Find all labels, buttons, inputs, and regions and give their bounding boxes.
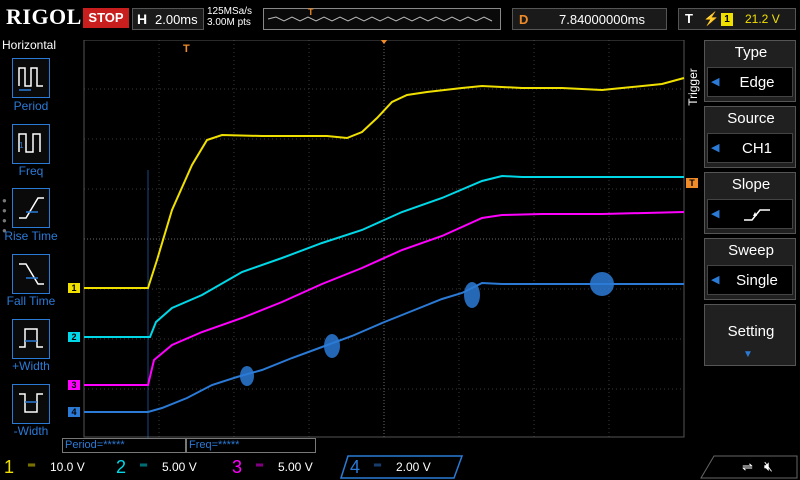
rise-time-icon (19, 197, 44, 219)
graticule-axes (84, 40, 684, 438)
freq-result[interactable]: Freq=***** (186, 438, 316, 453)
freq-button[interactable]: 1 (12, 124, 50, 164)
ch2-scale: 5.00 V (162, 460, 197, 474)
freq-icon: 1 (18, 133, 41, 153)
sweep-value-box[interactable]: ◀ Single (707, 265, 793, 295)
trigger-menu-title: Trigger (685, 60, 702, 120)
delay-label: D (519, 12, 529, 27)
fall-time-label: Fall Time (6, 294, 56, 308)
trigger-setting-menu[interactable]: Setting ▼ (704, 304, 796, 366)
ch1-level-marker[interactable]: 1 (68, 283, 80, 293)
trigger-time-marker: T (183, 43, 190, 55)
run-stop-status[interactable]: STOP (83, 8, 129, 28)
ch3-status[interactable]: 3 ═ 5.00 V (228, 456, 338, 478)
waveform-display[interactable]: T (62, 40, 686, 438)
period-result[interactable]: Period=***** (62, 438, 186, 453)
menu-knob-arrow-icon: ◀ (711, 274, 720, 286)
ch1-status[interactable]: 1 ═ 10.0 V (0, 456, 110, 478)
fall-time-icon (19, 263, 44, 285)
menu-knob-arrow-icon: ◀ (711, 208, 720, 220)
dc-coupling-icon: ═ (28, 460, 36, 471)
svg-text:1: 1 (19, 141, 24, 150)
delay-readout[interactable]: D 7.84000000ms (512, 8, 667, 30)
usb-icon: ⇌ (742, 459, 753, 474)
measurement-results: Period=***** Freq=***** (62, 438, 318, 454)
period-icon (18, 67, 43, 91)
ch4-scale: 2.00 V (396, 460, 431, 474)
center-time-marker (380, 40, 388, 44)
horizontal-timebase[interactable]: H 2.00ms (132, 8, 204, 30)
trigger-slope-menu[interactable]: Slope ◀ (704, 172, 796, 234)
slope-value-box[interactable]: ◀ (707, 199, 793, 229)
sample-info: 125MSa/s 3.00M pts (207, 6, 252, 28)
waveform-canvas: T (83, 40, 685, 438)
trigger-sweep-menu[interactable]: Sweep ◀ Single (704, 238, 796, 300)
memory-depth: 3.00M pts (207, 17, 251, 28)
rising-slope-icon (744, 209, 770, 221)
sweep-title: Sweep (728, 242, 774, 259)
trigger-source-menu[interactable]: Source ◀ CH1 (704, 106, 796, 168)
source-value: CH1 (741, 140, 772, 157)
memory-waveform-thumbnail (267, 16, 493, 22)
rising-edge-icon: ⚡ (703, 11, 720, 26)
trigger-type-menu[interactable]: Type ◀ Edge (704, 40, 796, 102)
horizontal-label: H (137, 11, 148, 27)
menu-knob-arrow-icon: ◀ (711, 76, 720, 88)
brand-logo: RIGOL (6, 4, 82, 29)
menu-knob-arrow-icon: ◀ (711, 142, 720, 154)
source-value-box[interactable]: ◀ CH1 (707, 133, 793, 163)
type-value: Edge (739, 74, 775, 91)
ch4-waveform (84, 281, 684, 413)
fall-time-button[interactable] (12, 254, 50, 294)
neg-width-button[interactable] (12, 384, 50, 424)
setting-title: Setting (727, 323, 775, 340)
delay-value: 7.84000000ms (559, 12, 646, 27)
rise-time-button[interactable] (12, 188, 50, 228)
freq-label: Freq (18, 164, 44, 178)
dc-coupling-icon: ═ (374, 460, 382, 471)
ch1-number: 1 (4, 457, 15, 477)
top-status-bar: RIGOL STOP H 2.00ms 125MSa/s 3.00M pts T… (0, 0, 800, 36)
trigger-channel: 1 (721, 13, 733, 26)
dc-coupling-icon: ═ (256, 460, 264, 471)
ch1-scale: 10.0 V (50, 460, 85, 474)
ch3-scale: 5.00 V (278, 460, 313, 474)
trigger-level: 21.2 V (745, 12, 780, 26)
timebase-value: 2.00ms (155, 12, 198, 27)
dc-coupling-icon: ═ (140, 460, 148, 471)
ch2-number: 2 (116, 457, 127, 477)
slope-title: Slope (731, 176, 771, 193)
ch2-level-marker[interactable]: 2 (68, 332, 80, 342)
trigger-label: T (685, 11, 693, 26)
horizontal-measure-menu: Horizontal Period 1 Freq ● ● ● ● Rise Time … (0, 36, 62, 438)
type-title: Type (734, 44, 768, 61)
ch4-level-marker[interactable]: 4 (68, 407, 80, 417)
sweep-value: Single (736, 272, 778, 289)
trigger-side-label: Trigger (685, 68, 700, 106)
channel-status-bar: 1 ═ 10.0 V 2 ═ 5.00 V 3 ═ 5.00 V 4 ═ 2.0… (0, 454, 800, 480)
ch4-number: 4 (350, 457, 361, 477)
pos-width-icon (19, 328, 43, 348)
type-value-box[interactable]: ◀ Edge (707, 67, 793, 97)
period-button[interactable] (12, 58, 50, 98)
submenu-down-icon: ▼ (743, 349, 753, 360)
speaker-mute-icon[interactable]: 🔇︎ (764, 458, 773, 475)
source-title: Source (727, 110, 775, 127)
period-label: Period (13, 99, 49, 113)
ch3-level-marker[interactable]: 3 (68, 380, 80, 390)
ch2-status[interactable]: 2 ═ 5.00 V (112, 456, 222, 478)
pos-width-button[interactable] (12, 319, 50, 359)
ch3-number: 3 (232, 457, 243, 477)
ch4-status[interactable]: 4 ═ 2.00 V (346, 456, 458, 478)
rise-time-label: Rise Time (4, 229, 58, 243)
trigger-status[interactable]: T ⚡ 1 21.2 V (678, 8, 796, 30)
neg-width-label: -Width (13, 424, 49, 438)
neg-width-icon (19, 393, 43, 413)
memory-overview-strip[interactable]: T (263, 7, 501, 30)
menu-title: Horizontal (2, 38, 57, 52)
trigger-level-marker[interactable]: T (686, 178, 698, 188)
sample-rate: 125MSa/s (207, 6, 253, 17)
pos-width-label: +Width (12, 359, 50, 373)
